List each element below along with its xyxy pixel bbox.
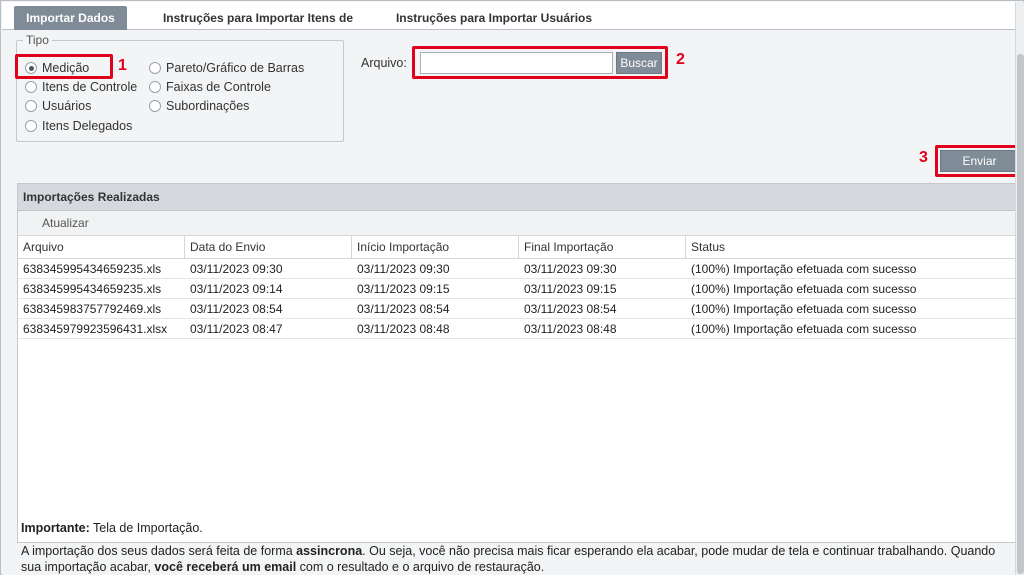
importante-notes: Importante: Tela de Importação. A import…	[21, 520, 1011, 575]
radio-unchecked-icon	[149, 100, 161, 112]
import-panel: Tipo Medição Itens de Controle Usuários …	[2, 30, 1022, 575]
cell-arquivo: 638345983757792469.xls	[23, 302, 162, 316]
radio-medicao[interactable]: Medição	[25, 61, 89, 75]
radio-unchecked-icon	[25, 81, 37, 93]
radio-unchecked-icon	[25, 120, 37, 132]
radio-subordinacoes[interactable]: Subordinações	[149, 99, 249, 113]
app-window: Importar Dados Instruções para Importar …	[0, 0, 1024, 575]
radio-itens-delegados[interactable]: Itens Delegados	[25, 119, 132, 133]
cell-status: (100%) Importação efetuada com sucesso	[691, 322, 917, 336]
tab-instrucoes-usuarios[interactable]: Instruções para Importar Usuários	[394, 6, 594, 31]
table-row[interactable]: 638345979923596431.xlsx 03/11/2023 08:47…	[18, 319, 1016, 339]
cell-inicio: 03/11/2023 08:48	[357, 322, 450, 336]
table-row[interactable]: 638345995434659235.xls 03/11/2023 09:14 …	[18, 279, 1016, 299]
cell-final: 03/11/2023 09:30	[524, 262, 617, 276]
tab-bar: Importar Dados Instruções para Importar …	[2, 2, 1015, 50]
atualizar-button[interactable]: Atualizar	[42, 216, 89, 230]
cell-inicio: 03/11/2023 09:15	[357, 282, 450, 296]
note-async: A importação dos seus dados será feita d…	[21, 543, 1011, 575]
tab-instrucoes-itens-controle[interactable]: Instruções para Importar Itens de Contro…	[138, 6, 378, 50]
cell-data-envio: 03/11/2023 09:30	[190, 262, 283, 276]
radio-faixas-de-controle[interactable]: Faixas de Controle	[149, 80, 271, 94]
column-header-data-envio[interactable]: Data do Envio	[185, 236, 352, 259]
note-important-label: Importante:	[21, 521, 90, 535]
note-bold: assincrona	[296, 544, 363, 558]
cell-status: (100%) Importação efetuada com sucesso	[691, 302, 917, 316]
arquivo-input[interactable]	[420, 52, 613, 74]
table-row[interactable]: 638345983757792469.xls 03/11/2023 08:54 …	[18, 299, 1016, 319]
radio-pareto-grafico-barras[interactable]: Pareto/Gráfico de Barras	[149, 61, 304, 75]
radio-unchecked-icon	[149, 62, 161, 74]
radio-unchecked-icon	[25, 100, 37, 112]
cell-final: 03/11/2023 09:15	[524, 282, 617, 296]
grid-title: Importações Realizadas	[18, 184, 1016, 211]
column-header-final-importacao[interactable]: Final Importação	[519, 236, 686, 259]
radio-usuarios[interactable]: Usuários	[25, 99, 91, 113]
column-header-status[interactable]: Status	[686, 236, 1016, 259]
radio-label: Subordinações	[166, 99, 250, 113]
cell-inicio: 03/11/2023 08:54	[357, 302, 450, 316]
radio-unchecked-icon	[149, 81, 161, 93]
arquivo-label: Arquivo:	[361, 56, 407, 70]
enviar-button[interactable]: Enviar	[940, 150, 1019, 172]
radio-label: Itens Delegados	[42, 119, 133, 133]
radio-label: Faixas de Controle	[166, 80, 271, 94]
cell-status: (100%) Importação efetuada com sucesso	[691, 282, 917, 296]
grid-header-row: Arquivo Data do Envio Início Importação …	[18, 236, 1016, 259]
note-text: A importação dos seus dados será feita d…	[21, 544, 297, 558]
buscar-button[interactable]: Buscar	[616, 52, 662, 74]
note-bold: você receberá um email	[154, 560, 297, 574]
column-header-inicio-importacao[interactable]: Início Importação	[352, 236, 519, 259]
cell-data-envio: 03/11/2023 08:54	[190, 302, 283, 316]
callout-number-3: 3	[919, 149, 928, 166]
cell-arquivo: 638345995434659235.xls	[23, 282, 162, 296]
note-important: Importante: Tela de Importação.	[21, 520, 1011, 536]
cell-arquivo: 638345995434659235.xls	[23, 262, 162, 276]
radio-label: Medição	[42, 61, 90, 75]
radio-checked-icon	[25, 62, 37, 74]
importacoes-grid: Importações Realizadas Atualizar Arquivo…	[17, 183, 1017, 543]
cell-arquivo: 638345979923596431.xlsx	[23, 322, 168, 336]
note-text: com o resultado e o arquivo de restauraç…	[296, 560, 545, 574]
radio-itens-de-controle[interactable]: Itens de Controle	[25, 80, 137, 94]
cell-data-envio: 03/11/2023 08:47	[190, 322, 283, 336]
tipo-legend: Tipo	[23, 33, 52, 47]
column-header-arquivo[interactable]: Arquivo	[18, 236, 185, 259]
cell-final: 03/11/2023 08:48	[524, 322, 617, 336]
callout-number-1: 1	[118, 57, 127, 74]
tab-importar-dados[interactable]: Importar Dados	[14, 6, 127, 31]
radio-label: Usuários	[42, 99, 92, 113]
cell-inicio: 03/11/2023 09:30	[357, 262, 450, 276]
scrollbar-thumb[interactable]	[1017, 54, 1024, 574]
cell-status: (100%) Importação efetuada com sucesso	[691, 262, 917, 276]
vertical-scrollbar[interactable]	[1015, 2, 1024, 575]
tipo-fieldset: Tipo Medição Itens de Controle Usuários …	[16, 33, 344, 142]
cell-data-envio: 03/11/2023 09:14	[190, 282, 283, 296]
callout-number-2: 2	[676, 51, 685, 68]
radio-label: Pareto/Gráfico de Barras	[166, 61, 305, 75]
note-important-text: Tela de Importação.	[89, 521, 203, 535]
radio-label: Itens de Controle	[42, 80, 138, 94]
grid-toolbar: Atualizar	[18, 211, 1016, 236]
table-row[interactable]: 638345995434659235.xls 03/11/2023 09:30 …	[18, 259, 1016, 279]
cell-final: 03/11/2023 08:54	[524, 302, 617, 316]
